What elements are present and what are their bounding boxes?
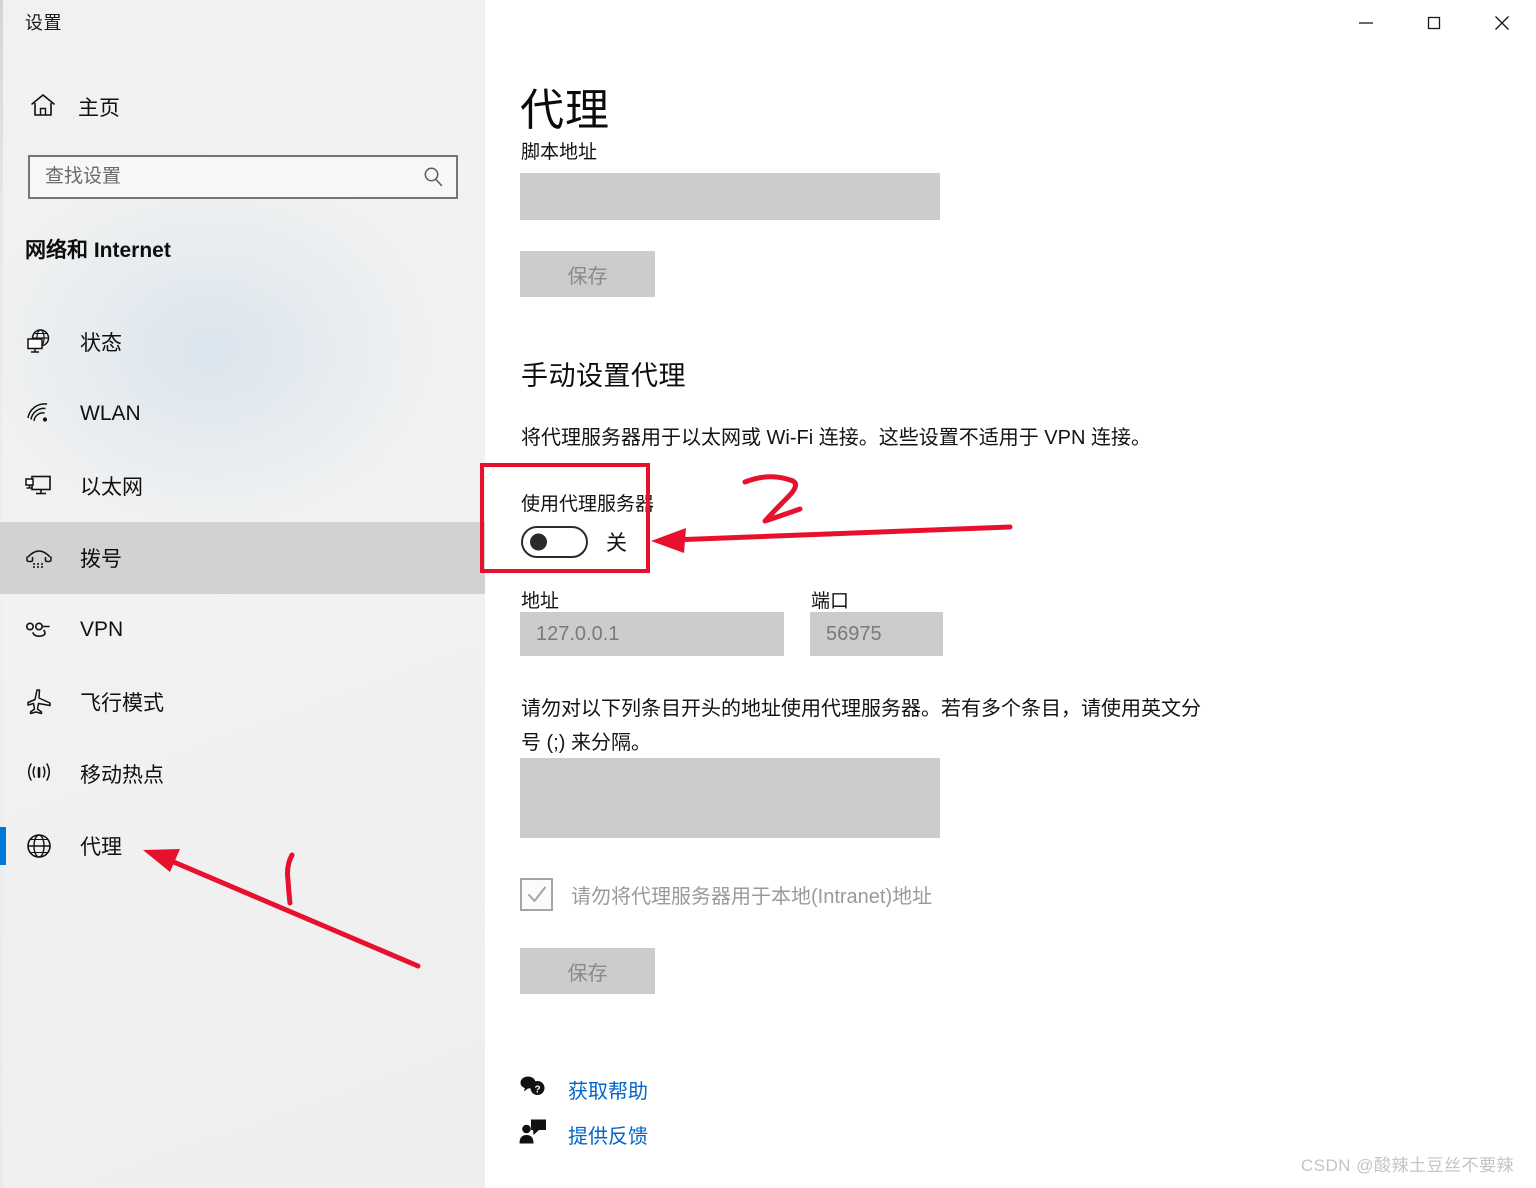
svg-text:?: ? [534, 1085, 540, 1096]
sidebar-item-label: 飞行模式 [80, 692, 164, 715]
home-label: 主页 [78, 97, 120, 120]
vpn-icon [22, 614, 56, 646]
sidebar-item-vpn[interactable]: VPN [0, 594, 485, 666]
sidebar: 设置 主页 网络和 Internet [0, 0, 485, 1188]
proxy-exceptions-description: 请勿对以下列条目开头的地址使用代理服务器。若有多个条目，请使用英文分号 (;) … [521, 698, 1201, 754]
globe-icon [22, 830, 56, 862]
search-icon [424, 167, 443, 187]
search-button[interactable] [410, 157, 456, 197]
close-button[interactable] [1468, 0, 1536, 46]
sidebar-item-label: 以太网 [80, 476, 143, 499]
ethernet-icon [22, 470, 56, 502]
sidebar-item-wlan[interactable]: WLAN [0, 378, 485, 450]
sidebar-nav: 状态 WLAN 以太网 拨号 VPN 飞行模式 移动热点 代理 [0, 306, 485, 882]
get-help-label: 获取帮助 [568, 1081, 648, 1103]
dialup-phone-icon [22, 542, 56, 574]
search-box[interactable] [28, 155, 458, 199]
sidebar-item-label: 拨号 [80, 548, 122, 571]
help-bubble-icon: ? [518, 1073, 548, 1106]
sidebar-item-label: 状态 [80, 332, 122, 355]
window-controls [1332, 0, 1536, 46]
proxy-exceptions-input[interactable] [520, 758, 940, 838]
feedback-person-icon [518, 1118, 548, 1151]
bypass-local-row[interactable]: 请勿将代理服务器用于本地(Intranet)地址 [520, 878, 932, 911]
script-address-input[interactable] [520, 173, 940, 220]
give-feedback-link[interactable]: 提供反馈 [518, 1118, 648, 1151]
sidebar-item-status[interactable]: 状态 [0, 306, 485, 378]
get-help-link[interactable]: ? 获取帮助 [518, 1073, 648, 1106]
maximize-icon [1427, 16, 1441, 30]
proxy-port-label: 端口 [811, 591, 850, 612]
airplane-icon [22, 686, 56, 718]
proxy-address-label: 地址 [521, 591, 560, 612]
manual-proxy-description: 将代理服务器用于以太网或 Wi-Fi 连接。这些设置不适用于 VPN 连接。 [521, 427, 1151, 449]
save-script-button[interactable]: 保存 [520, 251, 655, 297]
sidebar-item-label: 移动热点 [80, 764, 164, 787]
title-bar [0, 0, 1536, 46]
main-content: 代理 脚本地址 保存 手动设置代理 将代理服务器用于以太网或 Wi-Fi 连接。… [485, 0, 1536, 1188]
save-manual-proxy-button[interactable]: 保存 [520, 948, 655, 994]
script-address-label: 脚本地址 [521, 142, 598, 163]
csdn-watermark: CSDN @酸辣土豆丝不要辣 [1300, 1156, 1514, 1175]
sidebar-item-label: 代理 [80, 836, 122, 859]
hotspot-icon [22, 758, 56, 790]
proxy-address-input[interactable]: 127.0.0.1 [520, 612, 784, 656]
use-proxy-toggle-row: 关 [521, 526, 627, 558]
home-icon [28, 90, 58, 125]
sidebar-item-mobile-hotspot[interactable]: 移动热点 [0, 738, 485, 810]
use-proxy-label: 使用代理服务器 [521, 494, 655, 515]
maximize-button[interactable] [1400, 0, 1468, 46]
use-proxy-toggle[interactable] [521, 526, 588, 558]
sidebar-item-home[interactable]: 主页 [12, 84, 467, 130]
close-icon [1495, 16, 1509, 30]
sidebar-item-airplane-mode[interactable]: 飞行模式 [0, 666, 485, 738]
bypass-local-checkbox[interactable] [520, 878, 553, 911]
sidebar-group-title: 网络和 Internet [25, 239, 171, 262]
sidebar-item-proxy[interactable]: 代理 [0, 810, 485, 882]
sidebar-item-dialup[interactable]: 拨号 [0, 522, 485, 594]
sidebar-item-label: WLAN [80, 402, 141, 425]
page-title: 代理 [520, 86, 610, 135]
sidebar-item-ethernet[interactable]: 以太网 [0, 450, 485, 522]
bypass-local-label: 请勿将代理服务器用于本地(Intranet)地址 [571, 886, 933, 908]
sidebar-item-label: VPN [80, 618, 124, 641]
manual-proxy-heading: 手动设置代理 [521, 361, 686, 391]
give-feedback-label: 提供反馈 [568, 1126, 648, 1148]
settings-window: 设置 主页 网络和 Internet [0, 0, 1536, 1188]
checkmark-icon [527, 886, 546, 902]
minimize-icon [1359, 22, 1373, 24]
proxy-port-input[interactable]: 56975 [810, 612, 943, 656]
globe-monitor-icon [22, 326, 56, 358]
wifi-icon [22, 398, 56, 430]
search-input[interactable] [30, 166, 410, 188]
toggle-knob [530, 533, 547, 551]
use-proxy-toggle-state: 关 [606, 532, 627, 555]
minimize-button[interactable] [1332, 0, 1400, 46]
